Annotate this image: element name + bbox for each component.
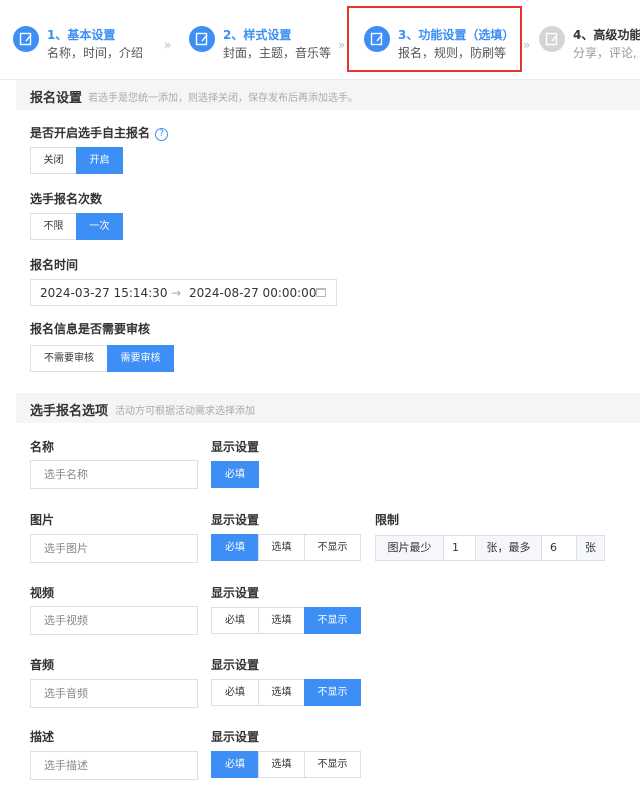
chevron-right-icon: »: [338, 38, 346, 52]
date-range-picker[interactable]: 2024-03-27 15:14:30 → 2024-08-27 00:00:0…: [30, 279, 337, 306]
chevron-right-icon: »: [523, 38, 531, 52]
self-register-label-text: 是否开启选手自主报名: [30, 126, 151, 140]
video-input[interactable]: 选手视频: [30, 606, 198, 635]
option-optional[interactable]: 选填: [258, 679, 305, 706]
edit-icon: [539, 26, 565, 52]
option-off[interactable]: 关闭: [30, 147, 77, 174]
display-settings-label: 显示设置: [211, 513, 260, 527]
limit-label: 限制: [375, 513, 400, 527]
register-time-label: 报名时间: [30, 258, 79, 272]
option-need-review[interactable]: 需要审核: [107, 345, 174, 372]
arrow-right-icon: →: [171, 286, 182, 300]
option-optional[interactable]: 选填: [258, 751, 305, 778]
option-optional[interactable]: 选填: [258, 534, 305, 561]
step-title: 4、高级功能: [573, 28, 640, 42]
option-hidden[interactable]: 不显示: [304, 607, 361, 634]
option-once[interactable]: 一次: [76, 213, 123, 240]
option-required[interactable]: 必填: [211, 534, 259, 561]
register-times-toggle: 不限 一次: [30, 213, 123, 240]
step-advanced[interactable]: 4、高级功能 分享，评论,: [539, 24, 640, 64]
image-display-toggle: 必填 选填 不显示: [211, 534, 361, 561]
section-hint: 若选手是您统一添加，则选择关闭，保存发布后再添加选手。: [88, 93, 358, 104]
section-hint: 活动方可根据活动需求选择添加: [115, 406, 255, 417]
video-display-toggle: 必填 选填 不显示: [211, 607, 361, 634]
audio-input[interactable]: 选手音频: [30, 679, 198, 708]
section-title: 报名设置: [30, 91, 83, 106]
step-basic[interactable]: 1、基本设置 名称，时间，介绍: [13, 24, 163, 64]
review-label: 报名信息是否需要审核: [30, 322, 151, 336]
start-date[interactable]: 2024-03-27 15:14:30: [40, 286, 167, 300]
step-subtitle: 名称，时间，介绍: [47, 46, 144, 60]
step-title: 2、样式设置: [223, 28, 292, 42]
limit-middle: 张，最多: [475, 535, 542, 561]
display-settings-label: 显示设置: [211, 658, 260, 672]
field-label: 描述: [30, 730, 55, 744]
audio-display-toggle: 必填 选填 不显示: [211, 679, 361, 706]
edit-icon: [189, 26, 215, 52]
option-hidden[interactable]: 不显示: [304, 751, 361, 778]
description-input[interactable]: 选手描述: [30, 751, 198, 780]
steps-bar: 1、基本设置 名称，时间，介绍 » 2、样式设置 封面，主题，音乐等 » 3、功…: [0, 0, 640, 80]
name-display-toggle: 必填: [211, 461, 259, 488]
end-date[interactable]: 2024-08-27 00:00:00: [189, 286, 316, 300]
field-label: 视频: [30, 586, 55, 600]
registration-section-header: 报名设置 若选手是您统一添加，则选择关闭，保存发布后再添加选手。: [16, 80, 640, 110]
step-title: 1、基本设置: [47, 28, 116, 42]
option-required[interactable]: 必填: [211, 607, 259, 634]
edit-icon: [13, 26, 39, 52]
limit-suffix: 张: [576, 535, 605, 561]
option-unlimited[interactable]: 不限: [30, 213, 77, 240]
step-subtitle: 分享，评论,: [573, 46, 637, 60]
options-section-header: 选手报名选项 活动方可根据活动需求选择添加: [16, 393, 640, 423]
step-style[interactable]: 2、样式设置 封面，主题，音乐等: [189, 24, 339, 64]
option-no-review[interactable]: 不需要审核: [30, 345, 108, 372]
option-optional[interactable]: 选填: [258, 607, 305, 634]
help-icon[interactable]: ?: [155, 128, 169, 141]
option-required[interactable]: 必填: [211, 461, 259, 488]
name-input[interactable]: 选手名称: [30, 460, 198, 489]
self-register-toggle: 关闭 开启: [30, 147, 123, 174]
display-settings-label: 显示设置: [211, 586, 260, 600]
description-display-toggle: 必填 选填 不显示: [211, 751, 361, 778]
limit-prefix: 图片最少: [375, 535, 444, 561]
option-on[interactable]: 开启: [76, 147, 123, 174]
field-label: 图片: [30, 513, 55, 527]
highlight-box: [347, 6, 522, 72]
min-count-input[interactable]: 1: [443, 535, 476, 561]
calendar-icon: [316, 288, 326, 297]
image-limit-group: 图片最少 1 张，最多 6 张: [375, 535, 605, 561]
option-required[interactable]: 必填: [211, 751, 259, 778]
field-label: 音频: [30, 658, 55, 672]
option-hidden[interactable]: 不显示: [304, 534, 361, 561]
max-count-input[interactable]: 6: [541, 535, 577, 561]
option-hidden[interactable]: 不显示: [304, 679, 361, 706]
display-settings-label: 显示设置: [211, 730, 260, 744]
image-input[interactable]: 选手图片: [30, 534, 198, 563]
self-register-label: 是否开启选手自主报名?: [30, 124, 169, 141]
review-toggle: 不需要审核 需要审核: [30, 345, 174, 372]
display-settings-label: 显示设置: [211, 440, 260, 454]
chevron-right-icon: »: [164, 38, 172, 52]
field-label: 名称: [30, 440, 55, 454]
register-times-label: 选手报名次数: [30, 192, 103, 206]
step-subtitle: 封面，主题，音乐等: [223, 46, 332, 60]
section-title: 选手报名选项: [30, 404, 109, 419]
option-required[interactable]: 必填: [211, 679, 259, 706]
